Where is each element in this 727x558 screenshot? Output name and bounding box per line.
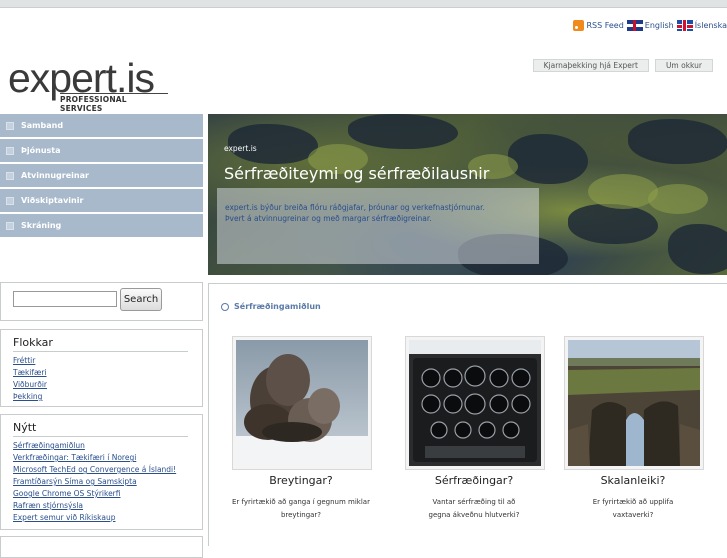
bottom-left-box: [0, 536, 203, 558]
tab-um-okkur[interactable]: Um okkur: [654, 59, 713, 72]
card-skalanleiki-title: Skalanleiki?: [600, 474, 666, 487]
flokkar-box: Flokkar Fréttir Tækifæri Viðburðir Þekki…: [0, 329, 203, 407]
card-serfraedingar-desc: Vantar sérfræðing til að gegna ákveðnu h…: [428, 498, 520, 519]
nytt-link[interactable]: Google Chrome OS Stýrikerfi: [13, 489, 121, 498]
nav-item-vidskiptavinir[interactable]: Viðskiptavinir: [0, 189, 203, 214]
nav-item-samband[interactable]: Samband: [0, 114, 203, 139]
english-link[interactable]: English: [626, 20, 674, 31]
nytt-link[interactable]: Microsoft TechEd og Convergence á Ísland…: [13, 465, 176, 474]
section-title: Sérfræðingamiðlun: [234, 302, 321, 311]
nav-bullet-icon: [6, 146, 14, 155]
card-breytingar-title: Breytingar?: [269, 474, 333, 487]
nav-item-skraning[interactable]: Skráning: [0, 214, 203, 239]
islenska-label: Íslenska: [694, 21, 727, 30]
card-serfraedingar-image[interactable]: [405, 336, 545, 470]
nav-item-atvinnugreinar[interactable]: Atvinnugreinar: [0, 164, 203, 189]
nytt-box: Nýtt Sérfræðingamiðlun Verkfræðingar: Tæ…: [0, 414, 203, 530]
nav-bullet-icon: [6, 221, 14, 230]
hero-text-panel: expert.is býður breiða flóru ráðgjafar, …: [217, 188, 539, 264]
main-content: Sérfræðingamiðlun Breytingar? Er fyrirtæ…: [208, 283, 727, 546]
english-label: English: [644, 21, 674, 30]
search-box: Search: [0, 282, 203, 321]
nav-label: Skráning: [21, 221, 62, 230]
search-button[interactable]: Search: [120, 288, 162, 311]
top-bar: [0, 0, 727, 8]
volcano-image: [236, 340, 368, 466]
card-breytingar-image[interactable]: [232, 336, 372, 470]
rss-link[interactable]: RSS Feed: [573, 20, 624, 31]
flokkar-link-thekking[interactable]: Þekking: [13, 392, 42, 401]
top-links: RSS Feed English Íslenska: [573, 20, 727, 31]
nav-label: Samband: [21, 121, 64, 130]
nytt-link[interactable]: Expert semur við Ríkiskaup: [13, 513, 115, 522]
card-serfraedingar-title: Sérfræðingar?: [434, 474, 514, 487]
nav-label: Þjónusta: [21, 146, 61, 155]
landscape-image: [568, 340, 700, 466]
nav-label: Atvinnugreinar: [21, 171, 89, 180]
rss-icon: [573, 20, 585, 31]
islenska-link[interactable]: Íslenska: [676, 20, 727, 31]
rss-label: RSS Feed: [586, 21, 624, 30]
nav-bullet-icon: [6, 121, 14, 130]
nytt-link[interactable]: Rafræn stjórnsýsla: [13, 501, 83, 510]
card-skalanleiki-image[interactable]: [564, 336, 704, 470]
iceland-flag-icon: [676, 20, 693, 31]
top-tabs: Kjarnaþekking hjá Expert Um okkur: [532, 59, 713, 72]
section-bullet-icon: [221, 302, 229, 311]
nytt-link[interactable]: Verkfræðingar: Tækifæri í Noregi: [13, 453, 136, 462]
hero-text: expert.is býður breiða flóru ráðgjafar, …: [225, 203, 485, 223]
card-skalanleiki-desc: Er fyrirtækið að upplifa vaxtaverki?: [592, 498, 674, 519]
tab-kjarnathekking[interactable]: Kjarnaþekking hjá Expert: [532, 59, 649, 72]
flokkar-title: Flokkar: [13, 336, 188, 352]
flokkar-link-taekifaeri[interactable]: Tækifæri: [13, 368, 47, 377]
hero-banner: expert.is Sérfræðiteymi og sérfræðilausn…: [208, 114, 727, 275]
left-nav: Samband Þjónusta Atvinnugreinar Viðskipt…: [0, 114, 203, 239]
section-heading: Sérfræðingamiðlun: [221, 302, 321, 311]
flokkar-link-frettir[interactable]: Fréttir: [13, 356, 35, 365]
nav-item-thjonusta[interactable]: Þjónusta: [0, 139, 203, 164]
search-input[interactable]: [13, 291, 117, 307]
nytt-title: Nýtt: [13, 421, 188, 437]
nytt-link[interactable]: Framtíðarsýn Síma og Samskipta: [13, 477, 137, 486]
nytt-link[interactable]: Sérfræðingamiðlun: [13, 441, 85, 450]
hero-kicker: expert.is: [224, 144, 257, 153]
cockpit-image: [409, 340, 541, 466]
logo-tagline: PROFESSIONAL SERVICES: [60, 93, 168, 113]
card-breytingar-desc: Er fyrirtækið að ganga í gegnum miklar b…: [232, 498, 370, 519]
nav-bullet-icon: [6, 171, 14, 180]
flokkar-link-vidburdir[interactable]: Viðburðir: [13, 380, 47, 389]
uk-flag-icon: [626, 20, 643, 31]
nav-label: Viðskiptavinir: [21, 196, 84, 205]
expert-logo[interactable]: expert.is PROFESSIONAL SERVICES: [8, 58, 168, 113]
nav-bullet-icon: [6, 196, 14, 205]
hero-title: Sérfræðiteymi og sérfræðilausnir: [224, 164, 490, 183]
